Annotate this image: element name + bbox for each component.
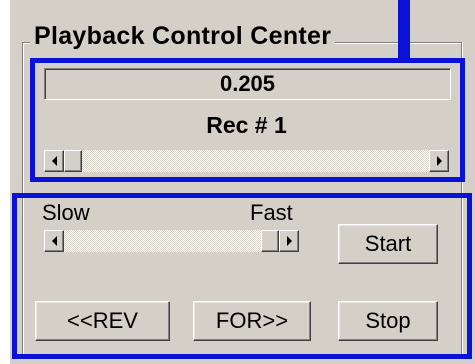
highlight-connector (398, 0, 410, 62)
group-title: Playback Control Center (30, 22, 336, 51)
controls-highlight-box (12, 193, 472, 359)
playback-highlight-box (30, 58, 465, 182)
